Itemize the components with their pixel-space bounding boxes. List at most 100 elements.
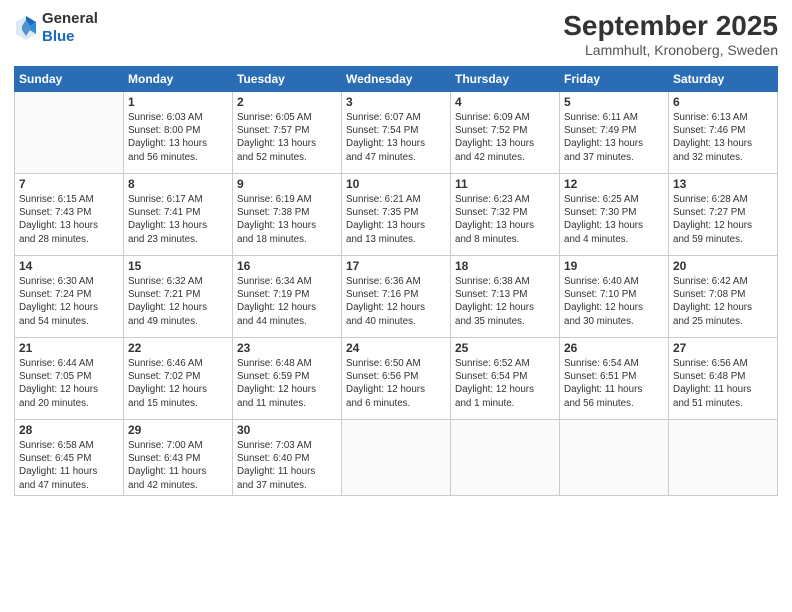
day-info: and 28 minutes. (19, 233, 119, 246)
day-info: Daylight: 12 hours (455, 383, 555, 396)
title-block: September 2025 Lammhult, Kronoberg, Swed… (563, 10, 778, 58)
day-info: Sunset: 7:52 PM (455, 124, 555, 137)
logo-icon (14, 14, 38, 42)
day-info: and 23 minutes. (128, 233, 228, 246)
table-row: 25Sunrise: 6:52 AMSunset: 6:54 PMDayligh… (451, 338, 560, 420)
day-info: Sunset: 7:16 PM (346, 288, 446, 301)
month-title: September 2025 (563, 10, 778, 42)
day-info: Daylight: 13 hours (128, 137, 228, 150)
table-row: 1Sunrise: 6:03 AMSunset: 8:00 PMDaylight… (124, 92, 233, 174)
day-info: Daylight: 12 hours (673, 219, 773, 232)
day-info: Sunrise: 6:15 AM (19, 193, 119, 206)
day-info: and 44 minutes. (237, 315, 337, 328)
day-info: Daylight: 13 hours (346, 219, 446, 232)
header-monday: Monday (124, 67, 233, 92)
day-info: Sunrise: 6:23 AM (455, 193, 555, 206)
day-number: 5 (564, 95, 664, 109)
table-row: 14Sunrise: 6:30 AMSunset: 7:24 PMDayligh… (15, 256, 124, 338)
day-info: and 13 minutes. (346, 233, 446, 246)
day-info: Sunrise: 6:54 AM (564, 357, 664, 370)
day-info: Sunset: 7:41 PM (128, 206, 228, 219)
table-row: 29Sunrise: 7:00 AMSunset: 6:43 PMDayligh… (124, 420, 233, 496)
logo-blue: Blue (42, 28, 75, 45)
logo-general: General (42, 10, 98, 27)
day-info: Sunset: 7:46 PM (673, 124, 773, 137)
table-row: 26Sunrise: 6:54 AMSunset: 6:51 PMDayligh… (560, 338, 669, 420)
day-info: Sunrise: 6:03 AM (128, 111, 228, 124)
calendar-table: Sunday Monday Tuesday Wednesday Thursday… (14, 66, 778, 496)
logo: General Blue (14, 10, 98, 46)
day-info: and 35 minutes. (455, 315, 555, 328)
day-info: Sunset: 6:43 PM (128, 452, 228, 465)
day-info: Sunset: 7:32 PM (455, 206, 555, 219)
day-info: and 15 minutes. (128, 397, 228, 410)
page: General Blue September 2025 Lammhult, Kr… (0, 0, 792, 612)
table-row: 12Sunrise: 6:25 AMSunset: 7:30 PMDayligh… (560, 174, 669, 256)
day-number: 20 (673, 259, 773, 273)
day-info: Daylight: 12 hours (128, 383, 228, 396)
day-number: 7 (19, 177, 119, 191)
day-info: Sunset: 6:45 PM (19, 452, 119, 465)
table-row: 4Sunrise: 6:09 AMSunset: 7:52 PMDaylight… (451, 92, 560, 174)
table-row: 2Sunrise: 6:05 AMSunset: 7:57 PMDaylight… (233, 92, 342, 174)
day-info: Daylight: 12 hours (346, 383, 446, 396)
table-row: 5Sunrise: 6:11 AMSunset: 7:49 PMDaylight… (560, 92, 669, 174)
table-row: 16Sunrise: 6:34 AMSunset: 7:19 PMDayligh… (233, 256, 342, 338)
day-info: Sunrise: 6:40 AM (564, 275, 664, 288)
day-info: Sunset: 7:02 PM (128, 370, 228, 383)
table-row: 11Sunrise: 6:23 AMSunset: 7:32 PMDayligh… (451, 174, 560, 256)
day-info: Sunset: 7:57 PM (237, 124, 337, 137)
day-info: Daylight: 13 hours (564, 219, 664, 232)
day-info: Sunrise: 6:56 AM (673, 357, 773, 370)
day-info: Sunrise: 6:25 AM (564, 193, 664, 206)
day-info: and 49 minutes. (128, 315, 228, 328)
table-row: 21Sunrise: 6:44 AMSunset: 7:05 PMDayligh… (15, 338, 124, 420)
day-info: Sunrise: 6:46 AM (128, 357, 228, 370)
header-wednesday: Wednesday (342, 67, 451, 92)
day-info: Sunset: 7:08 PM (673, 288, 773, 301)
day-number: 1 (128, 95, 228, 109)
day-info: and 1 minute. (455, 397, 555, 410)
day-number: 24 (346, 341, 446, 355)
day-info: Sunrise: 6:28 AM (673, 193, 773, 206)
day-info: and 4 minutes. (564, 233, 664, 246)
day-info: and 47 minutes. (346, 151, 446, 164)
day-info: Daylight: 11 hours (128, 465, 228, 478)
day-info: Sunset: 7:13 PM (455, 288, 555, 301)
day-info: Sunset: 7:10 PM (564, 288, 664, 301)
day-number: 28 (19, 423, 119, 437)
day-info: Daylight: 13 hours (237, 137, 337, 150)
table-row (451, 420, 560, 496)
day-info: Sunset: 7:38 PM (237, 206, 337, 219)
day-info: Sunrise: 6:42 AM (673, 275, 773, 288)
day-info: Daylight: 13 hours (19, 219, 119, 232)
header-tuesday: Tuesday (233, 67, 342, 92)
table-row: 13Sunrise: 6:28 AMSunset: 7:27 PMDayligh… (669, 174, 778, 256)
day-number: 6 (673, 95, 773, 109)
day-info: Sunrise: 6:07 AM (346, 111, 446, 124)
day-number: 3 (346, 95, 446, 109)
day-info: Daylight: 12 hours (19, 383, 119, 396)
day-number: 27 (673, 341, 773, 355)
day-number: 10 (346, 177, 446, 191)
day-number: 25 (455, 341, 555, 355)
table-row: 7Sunrise: 6:15 AMSunset: 7:43 PMDaylight… (15, 174, 124, 256)
day-info: Sunrise: 7:00 AM (128, 439, 228, 452)
day-info: Sunset: 7:54 PM (346, 124, 446, 137)
day-info: Daylight: 13 hours (128, 219, 228, 232)
table-row: 27Sunrise: 6:56 AMSunset: 6:48 PMDayligh… (669, 338, 778, 420)
day-info: Sunset: 7:30 PM (564, 206, 664, 219)
day-info: and 6 minutes. (346, 397, 446, 410)
day-number: 2 (237, 95, 337, 109)
table-row: 19Sunrise: 6:40 AMSunset: 7:10 PMDayligh… (560, 256, 669, 338)
weekday-header-row: Sunday Monday Tuesday Wednesday Thursday… (15, 67, 778, 92)
day-info: Sunset: 7:35 PM (346, 206, 446, 219)
day-info: and 18 minutes. (237, 233, 337, 246)
day-number: 19 (564, 259, 664, 273)
header-saturday: Saturday (669, 67, 778, 92)
day-info: Sunset: 7:49 PM (564, 124, 664, 137)
day-info: Daylight: 13 hours (346, 137, 446, 150)
day-info: Daylight: 11 hours (564, 383, 664, 396)
header: General Blue September 2025 Lammhult, Kr… (14, 10, 778, 58)
day-info: Sunrise: 6:13 AM (673, 111, 773, 124)
